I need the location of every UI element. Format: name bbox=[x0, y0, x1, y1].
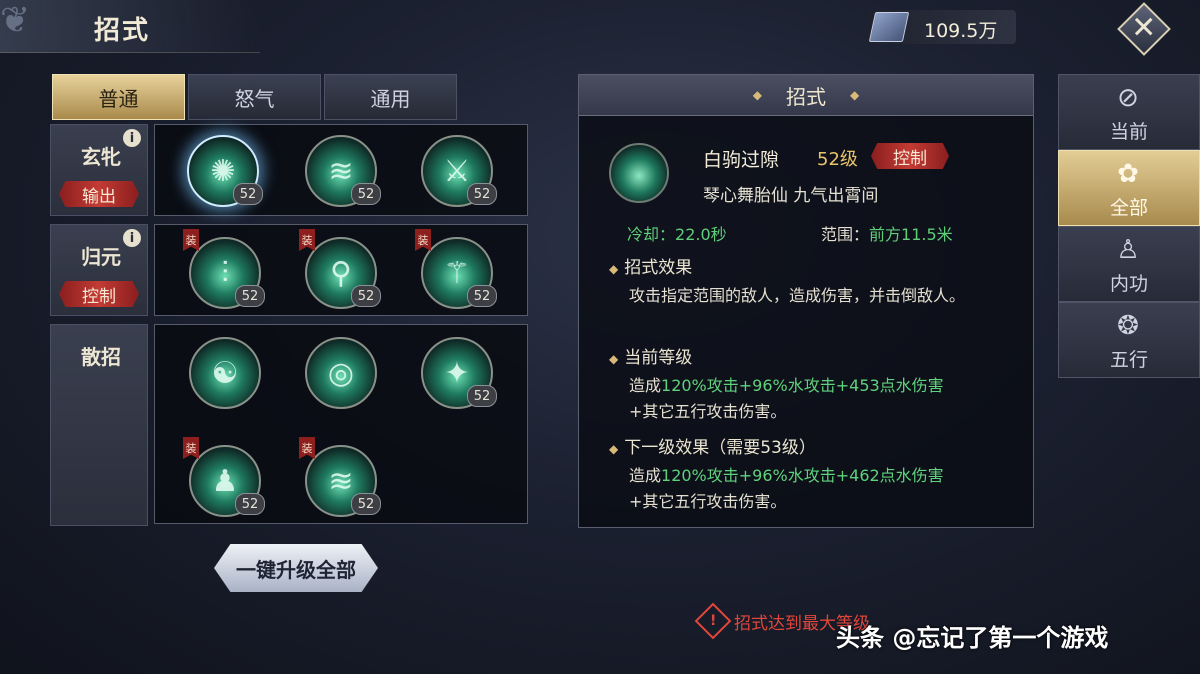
range-value: 前方11.5米 bbox=[869, 225, 953, 244]
cooldown-label: 冷却： bbox=[627, 225, 676, 244]
bullet-icon: ◆ bbox=[609, 352, 619, 366]
skill-panel-row3: ☯ ◎ ✦ 52 装 ♟ 52 装 ≋ 52 bbox=[154, 324, 528, 524]
close-icon: ✕ bbox=[1117, 2, 1171, 56]
role-badge: 输出 bbox=[59, 181, 139, 207]
effect-title: 招式效果 bbox=[624, 258, 693, 278]
level-badge: 52 bbox=[233, 183, 263, 205]
currency-display: 109.5万 bbox=[866, 10, 1016, 44]
current-level-section: ◆ 当前等级 bbox=[609, 343, 692, 368]
skill-type-tabs: 普通 怒气 通用 bbox=[52, 74, 457, 120]
current-level-text: 造成120%攻击+96%水攻击+453点水伤害 +其它五行攻击伤害。 bbox=[629, 373, 1009, 425]
skill-slot[interactable]: ✺ 52 bbox=[187, 135, 263, 207]
skill-slot[interactable]: 装 ♟ 52 bbox=[183, 437, 265, 517]
next-level-text: 造成120%攻击+96%水攻击+462点水伤害 +其它五行攻击伤害。 bbox=[629, 463, 1009, 515]
skill-slot[interactable]: 装 ⫶ 52 bbox=[183, 229, 265, 309]
skill-slot[interactable]: ⚔ 52 bbox=[421, 135, 497, 207]
next-green: 120%攻击+96%水攻击+462点水伤害 bbox=[661, 466, 944, 485]
level-badge: 52 bbox=[351, 285, 381, 307]
side-tab-label: 当前 bbox=[1109, 121, 1148, 143]
row-title: 散招 bbox=[81, 345, 121, 369]
watermark: 头条 @忘记了第一个游戏 bbox=[836, 624, 1109, 652]
row-label-xuanpin: 玄牝 i 输出 bbox=[50, 124, 148, 216]
skill-level: 52级 bbox=[817, 149, 858, 170]
skill-slot[interactable]: ☯ bbox=[189, 337, 261, 409]
cooldown-stat: 冷却：22.0秒 bbox=[627, 221, 727, 245]
next-title: 下一级效果（需要53级） bbox=[624, 438, 816, 458]
selected-skill-icon bbox=[609, 143, 669, 203]
skill-panel-row2: 装 ⫶ 52 装 ⚲ 52 装 ⚚ 52 bbox=[154, 224, 528, 316]
page-title: 招式 bbox=[94, 16, 151, 46]
side-tab-current[interactable]: ⊘ 当前 bbox=[1058, 74, 1200, 150]
skill-slot[interactable]: 装 ≋ 52 bbox=[299, 437, 381, 517]
tab-common[interactable]: 通用 bbox=[324, 74, 457, 120]
next-pre: 造成 bbox=[629, 466, 662, 485]
current-title: 当前等级 bbox=[624, 348, 693, 368]
tab-normal[interactable]: 普通 bbox=[52, 74, 185, 120]
detail-header-title: 招式 bbox=[786, 84, 826, 109]
swirl-icon: ⊘ bbox=[1117, 83, 1139, 113]
vortex-icon: ◎ bbox=[327, 355, 355, 391]
yin-yang-icon: ✿ bbox=[1117, 159, 1139, 189]
diamond-ornament-icon: ◆ bbox=[752, 88, 762, 102]
skill-book-icon bbox=[868, 12, 910, 42]
side-tab-label: 五行 bbox=[1109, 349, 1148, 371]
level-badge: 52 bbox=[235, 285, 265, 307]
close-button[interactable]: ✕ bbox=[1116, 2, 1172, 56]
next-post: +其它五行攻击伤害。 bbox=[629, 492, 787, 511]
meditation-icon: ♙ bbox=[1116, 235, 1140, 265]
row-label-sanzhao: 散招 bbox=[50, 324, 148, 526]
skill-subtitle: 琴心舞胎仙 九气出霄间 bbox=[703, 186, 879, 206]
current-green: 120%攻击+96%水攻击+453点水伤害 bbox=[661, 376, 944, 395]
skill-slot[interactable]: ◎ bbox=[305, 337, 377, 409]
bullet-icon: ◆ bbox=[609, 262, 619, 276]
skill-panel-row1: ✺ 52 ≋ 52 ⚔ 52 bbox=[154, 124, 528, 216]
skill-slot[interactable]: ≋ 52 bbox=[305, 135, 381, 207]
cooldown-value: 22.0秒 bbox=[675, 225, 727, 244]
effect-section: ◆ 招式效果 bbox=[609, 253, 692, 278]
tab-rage[interactable]: 怒气 bbox=[188, 74, 321, 120]
next-level-section: ◆ 下一级效果（需要53级） bbox=[609, 433, 816, 458]
level-badge: 52 bbox=[467, 385, 497, 407]
bullet-icon: ◆ bbox=[609, 442, 619, 456]
skill-slot[interactable]: 装 ⚚ 52 bbox=[415, 229, 497, 309]
current-post: +其它五行攻击伤害。 bbox=[629, 402, 787, 421]
side-tab-all[interactable]: ✿ 全部 bbox=[1058, 150, 1200, 226]
skill-detail-panel: ◆ 招式 ◆ 白驹过隙 52级 控制 琴心舞胎仙 九气出霄间 冷却：22.0秒 … bbox=[578, 74, 1034, 528]
taiji-icon: ☯ bbox=[211, 355, 239, 391]
level-badge: 52 bbox=[351, 493, 381, 515]
skill-role-badge: 控制 bbox=[871, 143, 949, 169]
diamond-ornament-icon: ◆ bbox=[850, 88, 860, 102]
side-tab-inner[interactable]: ♙ 内功 bbox=[1058, 226, 1200, 302]
skill-slot[interactable]: 装 ⚲ 52 bbox=[299, 229, 381, 309]
info-icon[interactable]: i bbox=[123, 229, 141, 247]
side-tab-five-elements[interactable]: ❂ 五行 bbox=[1058, 302, 1200, 378]
level-badge: 52 bbox=[467, 285, 497, 307]
currency-value: 109.5万 bbox=[924, 20, 998, 42]
row-label-guiyuan: 归元 i 控制 bbox=[50, 224, 148, 316]
current-pre: 造成 bbox=[629, 376, 662, 395]
range-stat: 范围：前方11.5米 bbox=[821, 221, 953, 245]
warning-icon: ! bbox=[694, 602, 732, 640]
corner-ornament-icon: ❦ bbox=[0, 0, 31, 41]
role-badge: 控制 bbox=[59, 281, 139, 307]
level-badge: 52 bbox=[467, 183, 497, 205]
five-elements-icon: ❂ bbox=[1117, 311, 1139, 341]
row-title: 归元 bbox=[81, 245, 121, 269]
skill-slot[interactable]: ✦ 52 bbox=[421, 337, 497, 409]
info-icon[interactable]: i bbox=[123, 129, 141, 147]
row-title: 玄牝 bbox=[81, 145, 121, 169]
level-badge: 52 bbox=[235, 493, 265, 515]
side-tab-label: 全部 bbox=[1109, 197, 1148, 219]
upgrade-all-button[interactable]: 一键升级全部 bbox=[214, 544, 378, 592]
detail-header: ◆ 招式 ◆ bbox=[579, 75, 1033, 116]
range-label: 范围： bbox=[821, 225, 870, 244]
level-badge: 52 bbox=[351, 183, 381, 205]
skill-name: 白驹过隙 bbox=[703, 149, 780, 171]
side-tab-label: 内功 bbox=[1109, 273, 1148, 295]
effect-text: 攻击指定范围的敌人，造成伤害，并击倒敌人。 bbox=[629, 286, 966, 305]
